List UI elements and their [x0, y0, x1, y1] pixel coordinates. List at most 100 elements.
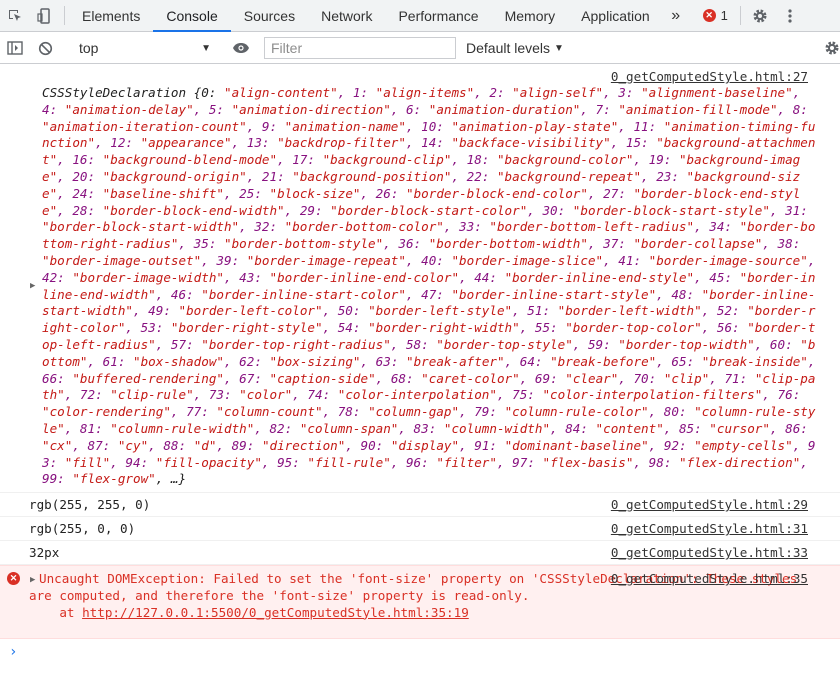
property-value: "caption-side" — [269, 370, 376, 386]
console-settings-gear-icon[interactable] — [824, 40, 840, 56]
tab-application[interactable]: Application — [568, 0, 663, 31]
property-index: , 38: — [762, 236, 801, 252]
log-levels-dropdown[interactable]: Default levels ▼ — [466, 40, 564, 56]
tab-elements[interactable]: Elements — [69, 0, 153, 31]
device-toolbar-icon[interactable] — [30, 0, 60, 31]
property-value: "break-before" — [550, 353, 657, 369]
property-index: , 58: — [390, 336, 437, 352]
devtools-tabbar: Elements Console Sources Network Perform… — [0, 0, 840, 32]
tab-console[interactable]: Console — [153, 0, 232, 32]
context-select[interactable]: top ▼ — [69, 37, 217, 59]
log-text: rgb(255, 0, 0) — [29, 521, 136, 536]
property-value: "border-left-style" — [368, 303, 513, 319]
show-sidebar-icon[interactable] — [0, 41, 30, 55]
property-value: "animation-delay" — [64, 101, 194, 117]
property-index: , 85: — [663, 420, 710, 436]
object-preview[interactable]: CSSStyleDeclaration {0: "align-content",… — [42, 85, 816, 488]
property-index: , 34: — [694, 219, 740, 235]
console-toolbar: top ▼ Filter Default levels ▼ — [0, 33, 840, 64]
tab-memory[interactable]: Memory — [492, 0, 569, 31]
property-value: "column-width" — [443, 420, 551, 436]
console-message-error: ✕ ▶ Uncaught DOMException: Failed to set… — [0, 565, 840, 639]
property-index: , 9: — [246, 118, 285, 134]
clear-console-icon[interactable] — [30, 41, 60, 56]
filter-input[interactable]: Filter — [264, 37, 456, 59]
property-index: , 16: — [57, 152, 103, 168]
property-index: , 59: — [572, 336, 619, 352]
property-value: "border-bottom-left-radius" — [489, 219, 695, 235]
property-index: , 31: — [769, 202, 808, 218]
property-index: , 17: — [277, 152, 323, 168]
property-index: , 72: — [64, 387, 111, 403]
divider — [64, 6, 65, 25]
property-value: "clip" — [663, 370, 710, 386]
property-value: "dominant-baseline" — [504, 437, 649, 453]
property-index: , 27: — [587, 185, 634, 201]
property-value: "clear" — [565, 370, 619, 386]
property-value: "background-blend-mode" — [102, 152, 278, 168]
source-link[interactable]: 0_getComputedStyle.html:33 — [611, 545, 808, 560]
property-index: , 10: — [405, 118, 452, 134]
expand-triangle-icon[interactable]: ▶ — [30, 281, 35, 291]
property-value: "border-bottom-color" — [284, 219, 444, 235]
live-expression-eye-icon[interactable] — [226, 42, 256, 54]
property-value: "column-span" — [299, 420, 399, 436]
more-options-icon[interactable] — [775, 0, 805, 31]
property-value: "border-top-width" — [618, 336, 755, 352]
property-index: , 57: — [155, 336, 202, 352]
property-value: "appearance" — [140, 135, 232, 151]
stack-trace-link[interactable]: http://127.0.0.1:5500/0_getComputedStyle… — [82, 605, 469, 620]
property-value: "border-collapse" — [633, 236, 763, 252]
property-value: "border-right-style" — [170, 320, 323, 336]
property-value: "animation-fill-mode" — [618, 101, 778, 117]
source-link[interactable]: 0_getComputedStyle.html:27 — [611, 69, 808, 84]
property-value: "cx" — [42, 437, 73, 453]
property-value: "background-repeat" — [496, 168, 642, 184]
property-value: "animation-name" — [284, 118, 406, 134]
property-value: "align-self" — [512, 85, 604, 100]
property-value: "border-image-outset" — [42, 252, 202, 268]
error-count-badge[interactable]: ✕ 1 — [689, 0, 736, 31]
property-value: "border-block-end-width" — [102, 202, 285, 218]
property-index: , 56: — [701, 320, 748, 336]
property-value: "border-bottom-style" — [223, 236, 384, 252]
property-index: , 68: — [375, 370, 422, 386]
settings-gear-icon[interactable] — [745, 0, 775, 31]
property-value: "animation-play-state" — [451, 118, 619, 134]
property-value: "buffered-rendering" — [72, 370, 224, 386]
property-index: , 35: — [178, 236, 224, 252]
property-value: "border-inline-start-color" — [201, 286, 406, 302]
property-index: , 61: — [87, 353, 133, 369]
property-index: , 48: — [656, 286, 702, 302]
property-value: "content" — [595, 420, 664, 436]
property-value: "break-after" — [406, 353, 505, 369]
property-index: , 45: — [694, 269, 740, 285]
source-link[interactable]: 0_getComputedStyle.html:31 — [611, 521, 808, 536]
property-index: , 37: — [587, 236, 634, 252]
console-prompt[interactable]: › — [0, 639, 840, 669]
inspect-element-icon[interactable] — [0, 0, 30, 31]
tab-network[interactable]: Network — [308, 0, 385, 31]
property-index: , 52: — [701, 303, 748, 319]
property-value: "d" — [193, 437, 217, 453]
property-index: , 32: — [239, 219, 285, 235]
property-value: "border-block-end-color" — [406, 185, 588, 201]
property-index: , 19: — [633, 152, 679, 168]
property-index: , 12: — [95, 135, 141, 151]
property-index: , 83: — [398, 420, 444, 436]
property-value: "border-top-style" — [436, 336, 573, 352]
chevron-down-icon: ▼ — [554, 42, 564, 54]
object-prefix: CSSStyleDeclaration {0: — [42, 85, 224, 100]
property-index: , 84: — [550, 420, 596, 436]
source-link[interactable]: 0_getComputedStyle.html:29 — [611, 497, 808, 512]
more-tabs-button[interactable]: » — [663, 0, 689, 31]
tab-performance[interactable]: Performance — [385, 0, 491, 31]
filter-placeholder: Filter — [271, 40, 303, 56]
error-count: 1 — [720, 8, 728, 23]
source-link[interactable]: 0_getComputedStyle.html:35 — [611, 571, 808, 586]
tab-sources[interactable]: Sources — [231, 0, 308, 31]
property-value: "border-inline-start-style" — [451, 286, 657, 302]
log-text: 32px — [29, 545, 60, 560]
chevron-down-icon: ▼ — [201, 42, 211, 54]
log-text: rgb(255, 255, 0) — [29, 497, 151, 512]
